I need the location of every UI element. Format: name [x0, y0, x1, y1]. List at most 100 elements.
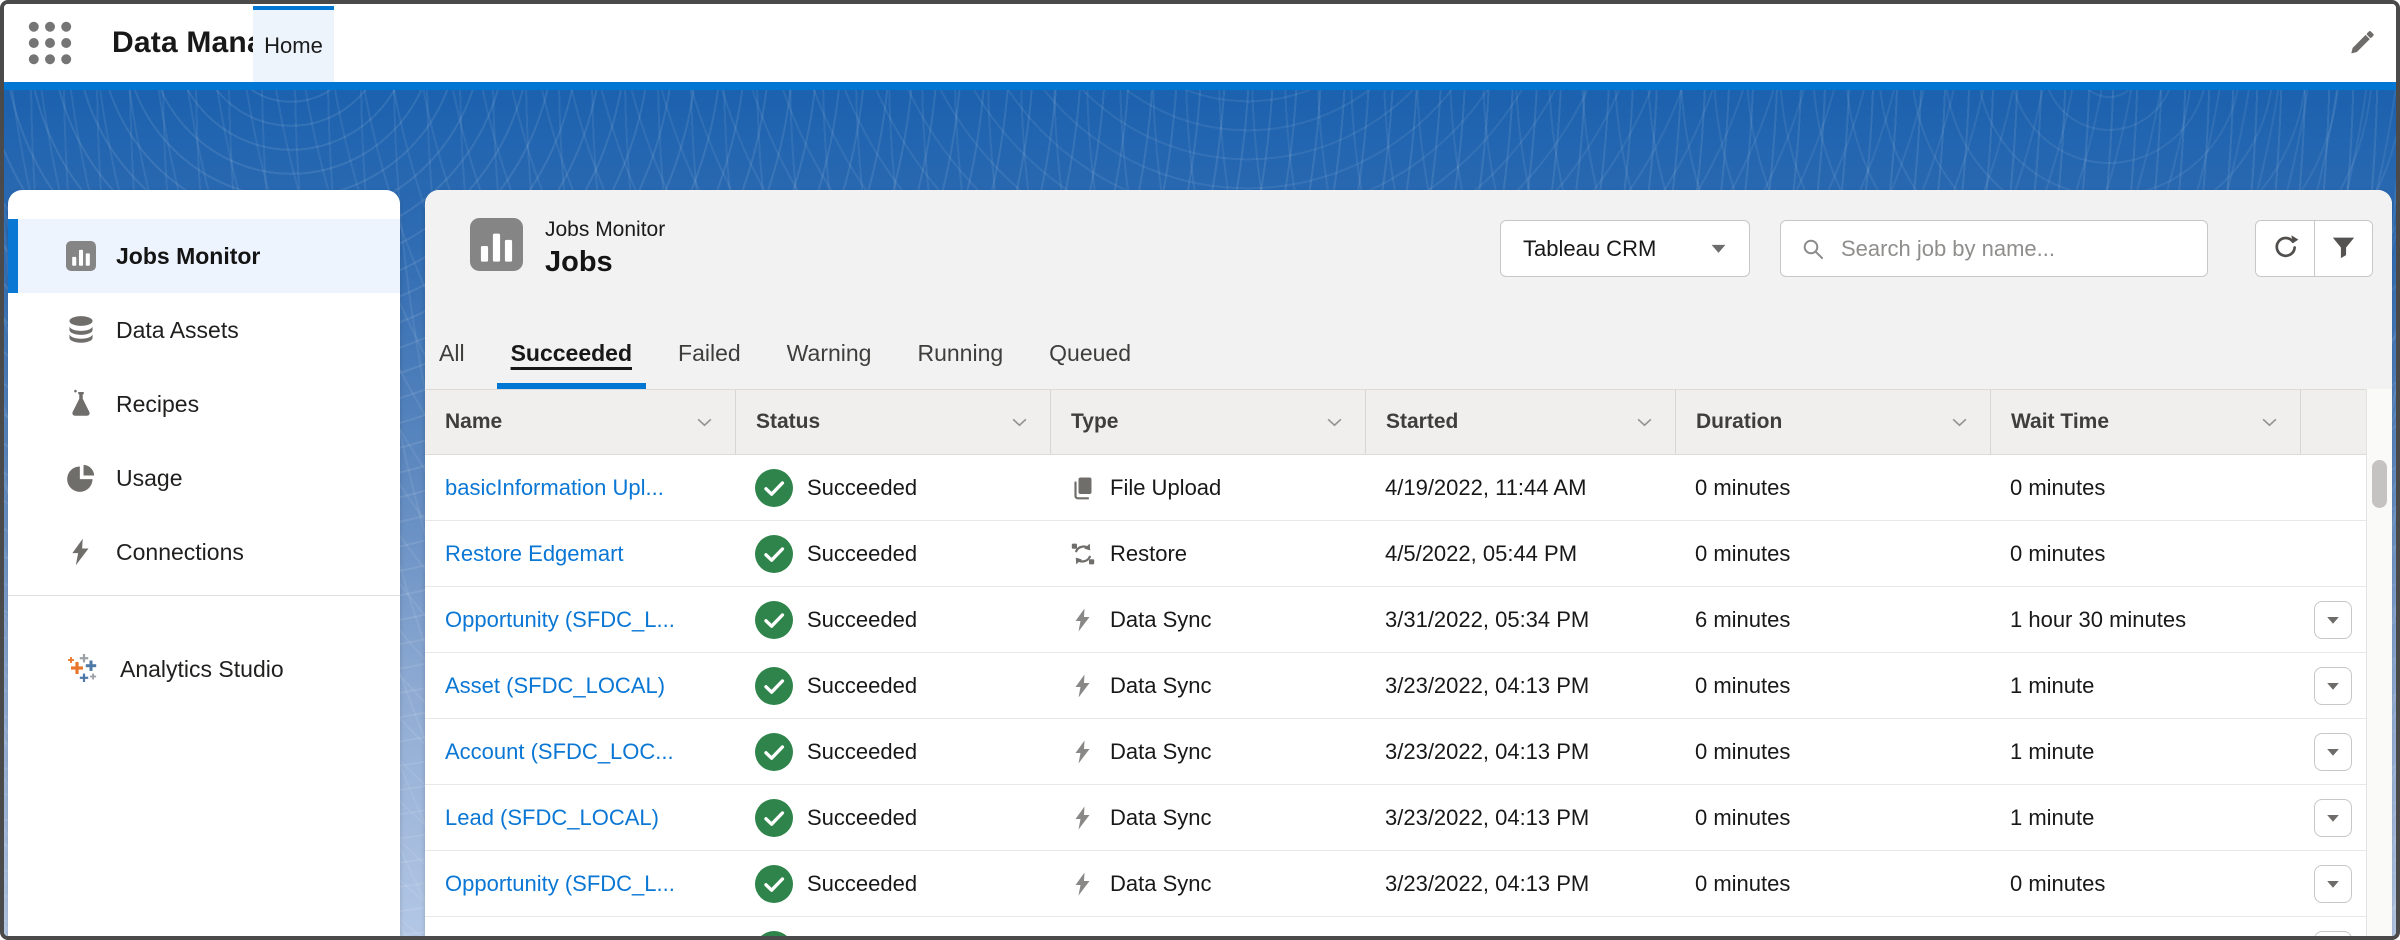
tab-home-label: Home [264, 33, 323, 59]
refresh-icon [2272, 234, 2299, 264]
type-label: Data Sync [1110, 871, 1212, 897]
cell-status: Succeeded [735, 917, 1050, 940]
sidebar-item-jobs-monitor[interactable]: Jobs Monitor [8, 219, 400, 293]
sidebar-item-connections[interactable]: Connections [8, 515, 400, 589]
row-actions-dropdown-button[interactable] [2314, 799, 2352, 837]
job-name-link[interactable]: Account (SFDC_LOC... [445, 739, 674, 765]
tab-all[interactable]: All [425, 318, 479, 389]
sidebar-item-recipes[interactable]: Recipes [8, 367, 400, 441]
sidebar-item-analytics-studio[interactable]: Analytics Studio [8, 632, 400, 706]
column-header-label: Duration [1696, 410, 1782, 434]
table-row: Lead (SFDC_LOCAL)SucceededData Sync3/23/… [425, 785, 2366, 851]
cell-duration: 0 minutes [1675, 851, 1990, 916]
cell-duration: 0 minutes [1675, 785, 1990, 850]
database-icon [66, 315, 96, 345]
sidebar-item-label: Jobs Monitor [116, 243, 260, 270]
chevron-down-icon [1326, 417, 1343, 428]
column-header-label: Name [445, 410, 502, 434]
table-scrollbar-track[interactable] [2366, 389, 2392, 940]
column-header-name[interactable]: Name [425, 390, 735, 454]
chevron-down-icon [1636, 417, 1653, 428]
job-name-link[interactable]: basicInformation Upl... [445, 475, 664, 501]
column-header-label: Started [1386, 410, 1458, 434]
column-header-started[interactable]: Started [1365, 390, 1675, 454]
column-header-label: Status [756, 410, 820, 434]
chevron-down-icon [1011, 417, 1028, 428]
status-label: Succeeded [807, 673, 917, 699]
tab-failed[interactable]: Failed [664, 318, 755, 389]
row-actions-dropdown-button[interactable] [2314, 931, 2352, 940]
cell-name: Restore Edgemart [425, 521, 735, 586]
table-row: Opportunity (SFDC_L...SucceededData Sync… [425, 587, 2366, 653]
app-launcher-waffle-icon[interactable] [28, 21, 72, 65]
row-actions-dropdown-button[interactable] [2314, 667, 2352, 705]
tab-queued[interactable]: Queued [1035, 318, 1145, 389]
table-row: Opportunity (SFDC_L... Succeeded Data Sync… [425, 851, 2366, 917]
pie-chart-icon [66, 463, 96, 493]
sidebar-item-usage[interactable]: Usage [8, 441, 400, 515]
tab-warning[interactable]: Warning [773, 318, 886, 389]
tab-home[interactable]: Home [253, 6, 334, 82]
status-label: Succeeded [807, 871, 917, 897]
breadcrumb: Jobs Monitor [545, 218, 665, 242]
column-header-label: Wait Time [2011, 410, 2109, 434]
type-label: Data Sync [1110, 739, 1212, 765]
connector-select[interactable]: Tableau CRM [1500, 220, 1750, 277]
sidebar-item-label: Data Assets [116, 317, 239, 344]
cell-started: 3/23/2022, 04:13 PM [1365, 851, 1675, 916]
cell-status: Succeeded [735, 587, 1050, 652]
cell-name: Opportunity (SFDC_L... [425, 851, 735, 916]
cell-actions [2300, 521, 2366, 586]
status-label: Succeeded [807, 805, 917, 831]
job-name-link[interactable]: Event (SFDC_LOCAL) [445, 937, 666, 940]
column-header-label: Type [1071, 410, 1118, 434]
edit-pencil-icon[interactable] [2346, 28, 2376, 58]
type-label: Data Sync [1110, 805, 1212, 831]
cell-started: 3/23/2022, 04:13 PM [1365, 653, 1675, 718]
row-actions-dropdown-button[interactable] [2314, 601, 2352, 639]
screenshot-frame: Data Manager Home Jobs MonitorData Asset… [0, 0, 2400, 940]
job-name-link[interactable]: Opportunity (SFDC_L... [445, 607, 675, 633]
job-name-link[interactable]: Opportunity (SFDC_L... [445, 871, 675, 897]
row-actions-dropdown-button[interactable] [2314, 865, 2352, 903]
cell-type: Data Sync [1050, 719, 1365, 784]
cell-status: Succeeded [735, 455, 1050, 520]
status-label: Succeeded [807, 607, 917, 633]
check-circle-icon [755, 865, 793, 903]
check-circle-icon [755, 535, 793, 573]
bar-chart-icon [66, 241, 96, 271]
type-label: Data Sync [1110, 937, 1212, 940]
search-box [1780, 220, 2208, 277]
table-scrollbar-thumb[interactable] [2372, 460, 2387, 508]
row-actions-dropdown-button[interactable] [2314, 733, 2352, 771]
cell-started: 3/23/2022, 04:13 PM [1365, 917, 1675, 940]
tab-succeeded[interactable]: Succeeded [497, 318, 646, 389]
filter-funnel-icon [2330, 234, 2357, 264]
tab-running[interactable]: Running [903, 318, 1017, 389]
cell-status: Succeeded [735, 719, 1050, 784]
sidebar-divider [8, 595, 400, 596]
job-name-link[interactable]: Lead (SFDC_LOCAL) [445, 805, 659, 831]
cell-actions [2300, 851, 2366, 916]
cell-wait-time: 0 minutes [1990, 851, 2300, 916]
job-name-link[interactable]: Restore Edgemart [445, 541, 624, 567]
filter-button[interactable] [2314, 221, 2372, 276]
flask-icon [66, 389, 96, 419]
column-header-duration[interactable]: Duration [1675, 390, 1990, 454]
cell-type: Restore [1050, 521, 1365, 586]
data-sync-icon [1070, 739, 1096, 765]
panel-header: Jobs Monitor Jobs Tableau CRM [425, 190, 2392, 389]
job-name-link[interactable]: Asset (SFDC_LOCAL) [445, 673, 665, 699]
caret-down-icon [1710, 243, 1727, 254]
column-header-type[interactable]: Type [1050, 390, 1365, 454]
refresh-button[interactable] [2256, 221, 2314, 276]
sidebar-item-data-assets[interactable]: Data Assets [8, 293, 400, 367]
status-label: Succeeded [807, 937, 917, 940]
sidebar: Jobs Monitor Data Assets RecipesUsageConne… [8, 190, 400, 940]
column-header-wait-time[interactable]: Wait Time [1990, 390, 2300, 454]
search-input[interactable] [1839, 235, 2187, 263]
cell-started: 3/23/2022, 04:13 PM [1365, 719, 1675, 784]
column-header-status[interactable]: Status [735, 390, 1050, 454]
column-header-actions [2300, 390, 2366, 454]
cell-status: Succeeded [735, 521, 1050, 586]
